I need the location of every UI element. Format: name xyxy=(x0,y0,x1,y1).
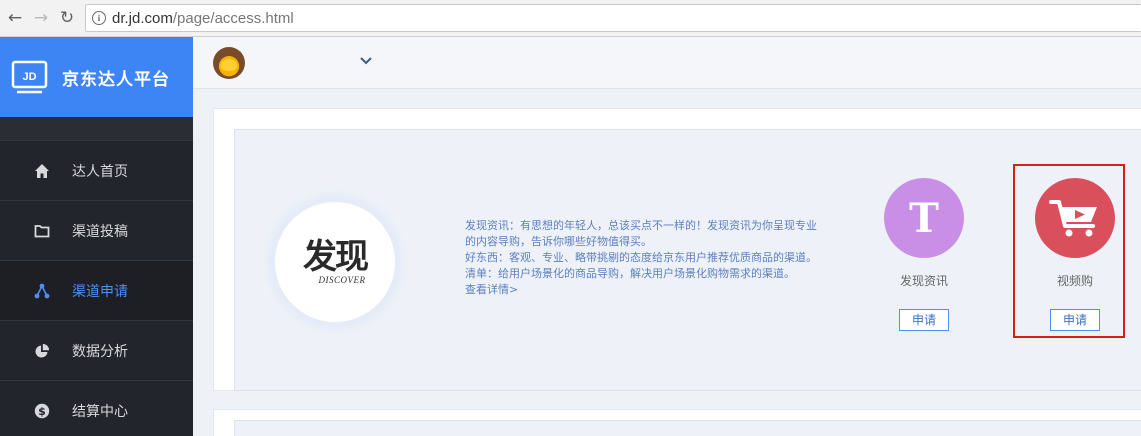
desc-line: 发现资讯：有思想的年轻人，总该买点不一样的！发现资讯为你呈现专业 xyxy=(465,219,817,232)
sidebar-title: 京东达人平台 xyxy=(62,69,170,90)
app-discover-news: T 发现资讯 申请 xyxy=(879,178,969,331)
browser-toolbar: ← → ↻ i dr.jd.com/page/access.html xyxy=(0,0,1141,37)
main-content: 发现 DISCOVER 发现资讯：有思想的年轻人，总该买点不一样的！发现资讯为你… xyxy=(193,89,1141,436)
top-bar xyxy=(193,37,1141,89)
sidebar-item-apply[interactable]: 渠道申请 xyxy=(0,260,193,320)
sidebar-item-analytics[interactable]: 数据分析 xyxy=(0,320,193,380)
desc-line: 的内容导购，告诉你哪些好物值得买。 xyxy=(465,235,652,248)
sidebar-item-submit[interactable]: 渠道投稿 xyxy=(0,200,193,260)
sidebar-item-home[interactable]: 达人首页 xyxy=(0,140,193,200)
sidebar-item-label: 达人首页 xyxy=(72,163,128,180)
highlight-box xyxy=(1013,164,1125,338)
discover-logo-cn: 发现 xyxy=(303,236,369,277)
channel-card-next xyxy=(234,420,1141,436)
home-icon xyxy=(34,163,50,179)
sidebar-logo-area[interactable]: JD 京东达人平台 xyxy=(0,37,193,117)
reload-icon[interactable]: ↻ xyxy=(56,7,78,29)
address-bar[interactable]: i dr.jd.com/page/access.html xyxy=(85,4,1141,32)
sidebar-item-label: 数据分析 xyxy=(72,343,128,360)
logo-text: JD xyxy=(22,71,36,83)
forward-arrow-icon[interactable]: → xyxy=(30,7,52,29)
view-details-link[interactable]: 查看详情> xyxy=(465,282,855,298)
discover-logo: 发现 DISCOVER xyxy=(275,202,395,322)
sidebar-item-label: 渠道申请 xyxy=(72,283,128,300)
discover-logo-en: DISCOVER xyxy=(318,274,366,285)
channel-description: 发现资讯：有思想的年轻人，总该买点不一样的！发现资讯为你呈现专业 的内容导购，告… xyxy=(465,218,855,298)
dollar-icon: $ xyxy=(34,403,50,419)
avatar[interactable] xyxy=(213,47,245,79)
sidebar-item-label: 结算中心 xyxy=(72,403,128,420)
sidebar-item-label: 渠道投稿 xyxy=(72,223,128,240)
sidebar: JD 京东达人平台 达人首页 渠道投稿 渠道申请 数据分析 $ 结算中心 xyxy=(0,37,193,436)
url-path: /page/access.html xyxy=(172,9,294,27)
back-arrow-icon[interactable]: ← xyxy=(4,7,26,29)
info-icon[interactable]: i xyxy=(92,11,106,25)
svg-text:$: $ xyxy=(38,405,46,418)
apply-button[interactable]: 申请 xyxy=(899,309,949,331)
sidebar-gap xyxy=(0,117,193,140)
chevron-down-icon[interactable] xyxy=(360,54,372,69)
t-letter-icon[interactable]: T xyxy=(884,178,964,258)
jd-monitor-icon: JD xyxy=(11,59,48,96)
channel-panel-next xyxy=(213,409,1141,436)
channel-panel: 发现 DISCOVER 发现资讯：有思想的年轻人，总该买点不一样的！发现资讯为你… xyxy=(213,108,1141,391)
app-name: 发现资讯 xyxy=(899,274,948,288)
url-host: dr.jd.com xyxy=(112,9,173,27)
folder-icon xyxy=(34,223,50,239)
desc-line: 清单：给用户场景化的商品导购，解决用户场景化购物需求的渠道。 xyxy=(465,267,795,280)
url-text: dr.jd.com/page/access.html xyxy=(112,10,294,27)
share-nodes-icon xyxy=(34,283,50,299)
sidebar-item-settlement[interactable]: $ 结算中心 xyxy=(0,380,193,436)
desc-line: 好东西：客观、专业、略带挑剔的态度给京东用户推荐优质商品的渠道。 xyxy=(465,251,817,264)
channel-card: 发现 DISCOVER 发现资讯：有思想的年轻人，总该买点不一样的！发现资讯为你… xyxy=(234,129,1141,391)
pie-chart-icon xyxy=(34,343,50,359)
